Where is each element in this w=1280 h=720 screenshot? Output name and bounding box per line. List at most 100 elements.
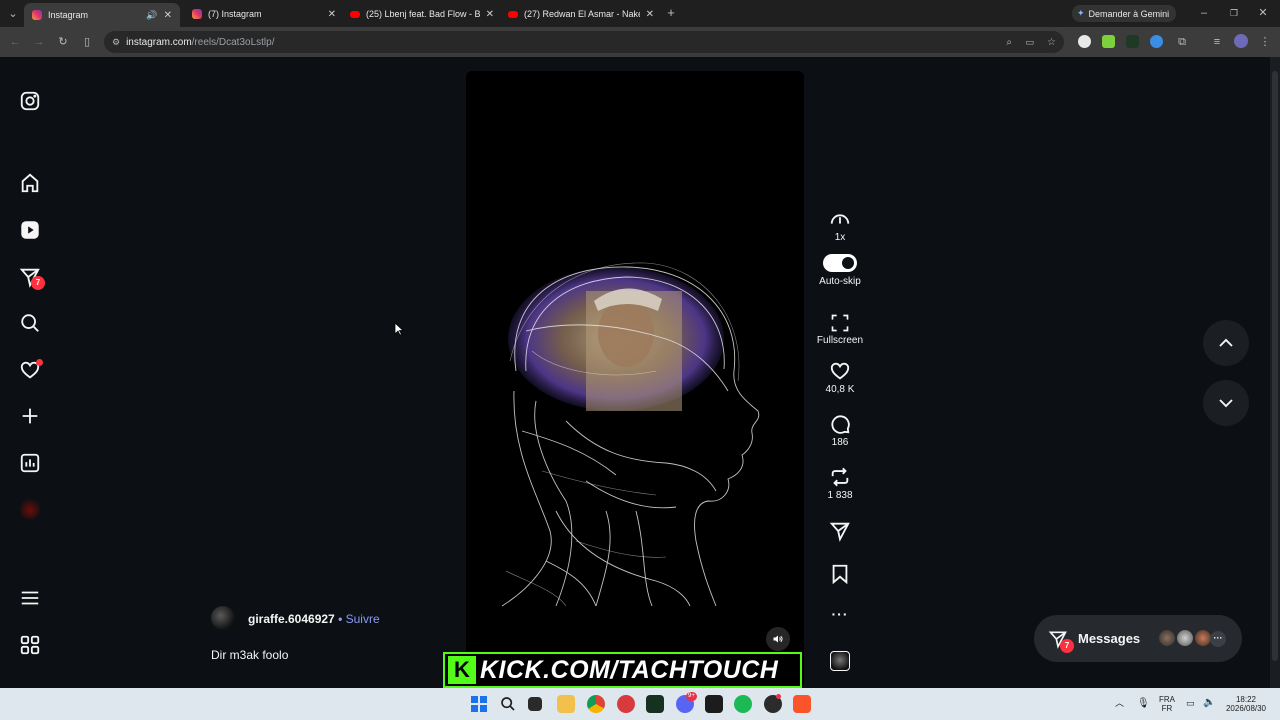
page-scrollbar[interactable] [1270, 57, 1280, 688]
microphone-icon[interactable]: 🎙 [1137, 699, 1150, 709]
bookmark-icon [832, 564, 848, 585]
tab-instagram-active[interactable]: Instagram 🔊 ✕ [24, 3, 180, 27]
speed-label: 1x [834, 232, 846, 243]
repost-button[interactable]: 1 838 [810, 466, 870, 501]
window-close-icon[interactable]: ✕ [1256, 6, 1270, 20]
zoom-icon[interactable]: ⌕ [1006, 37, 1012, 48]
youtube-favicon-icon [508, 10, 518, 18]
share-button[interactable] [810, 520, 870, 544]
spotify-icon[interactable] [734, 695, 752, 713]
volume-tray-icon[interactable]: 🔈 [1203, 698, 1215, 708]
reading-list-icon[interactable]: ≡ [1210, 35, 1224, 49]
tab-search-chevron-icon[interactable]: ⌄ [6, 7, 20, 21]
gemini-button[interactable]: ✦ Demander à Gemini [1072, 5, 1176, 22]
file-explorer-icon[interactable] [557, 695, 575, 713]
previous-reel-button[interactable] [1203, 320, 1249, 366]
messages-pill-badge: 7 [1060, 639, 1074, 653]
autoskip-toggle[interactable]: Auto-skip [810, 254, 870, 287]
reels-icon[interactable] [19, 219, 41, 241]
reload-icon[interactable]: ↻ [56, 35, 70, 49]
author-avatar[interactable] [211, 606, 235, 630]
tab-close-icon[interactable]: ✕ [486, 9, 494, 20]
restore-icon[interactable]: ❐ [1227, 6, 1241, 20]
more-menu-icon[interactable] [19, 587, 41, 609]
task-view-icon[interactable] [528, 697, 542, 711]
extension-icon[interactable] [1126, 35, 1139, 48]
tab-close-icon[interactable]: ✕ [164, 10, 172, 21]
profile-avatar-icon[interactable] [1234, 34, 1248, 48]
minimize-icon[interactable]: – [1197, 6, 1211, 20]
capcut-icon[interactable] [705, 695, 723, 713]
chevron-down-icon [1219, 399, 1233, 408]
mouse-cursor-icon [394, 322, 404, 336]
tab-title: (25) Lbenj feat. Bad Flow - Bagh [366, 9, 480, 19]
profile-avatar[interactable] [20, 499, 40, 519]
mute-button[interactable] [766, 627, 790, 651]
instagram-logo-icon[interactable] [19, 90, 41, 112]
instagram-favicon-icon [32, 10, 42, 20]
repost-icon [831, 467, 849, 487]
windows-start-icon[interactable] [471, 696, 487, 712]
side-panel-icon[interactable]: ▯ [80, 35, 94, 49]
app-icon[interactable] [617, 695, 635, 713]
author-username[interactable]: giraffe.6046927 [248, 612, 335, 626]
fullscreen-button[interactable]: Fullscreen [810, 313, 870, 346]
taskbar-search-icon[interactable] [500, 696, 516, 712]
site-info-icon[interactable]: ⚙ [112, 37, 120, 48]
tab-youtube-redwan[interactable]: (27) Redwan El Asmar - Naker L ✕ [508, 4, 654, 24]
app-icon[interactable] [646, 695, 664, 713]
tray-chevron-icon[interactable]: ︿ [1115, 699, 1124, 708]
audio-thumbnail[interactable] [830, 651, 850, 671]
messages-pill[interactable]: 7 Messages ··· [1034, 615, 1242, 662]
next-reel-button[interactable] [1203, 380, 1249, 426]
tab-title: Instagram [48, 10, 89, 20]
like-button[interactable]: 40,8 K [810, 360, 870, 395]
browser-menu-icon[interactable]: ⋮ [1258, 35, 1272, 49]
heart-icon [830, 362, 850, 380]
tab-instagram-2[interactable]: (7) Instagram ✕ [192, 4, 336, 24]
reel-caption: Dir m3ak foolo [211, 648, 289, 662]
comment-button[interactable]: 186 [810, 413, 870, 448]
volume-icon [773, 635, 783, 643]
tab-title: (27) Redwan El Asmar - Naker L [524, 9, 640, 19]
network-icon[interactable]: ▭ [1186, 699, 1195, 708]
speaker-icon[interactable]: 🔊 [146, 10, 157, 21]
scrollbar-thumb[interactable] [1272, 71, 1278, 661]
home-icon[interactable] [19, 172, 41, 194]
messages-badge: 7 [31, 276, 45, 290]
new-tab-icon[interactable]: + [664, 6, 678, 20]
language-indicator[interactable]: FRA FR [1156, 695, 1178, 713]
head-line-art-illustration [501, 262, 760, 607]
bookmark-star-icon[interactable]: ☆ [1047, 37, 1056, 48]
language-bottom: FR [1161, 704, 1173, 713]
extension-icon[interactable] [1150, 35, 1163, 48]
chevron-up-icon [1219, 338, 1233, 347]
extension-icon[interactable] [1102, 35, 1115, 48]
address-bar[interactable]: ⚙ instagram.com /reels/Dcat3oLstlp/ ⌕ ▭ … [104, 31, 1064, 53]
extensions-puzzle-icon[interactable]: ⧉ [1175, 35, 1189, 49]
extension-icon[interactable] [1078, 35, 1091, 48]
search-icon[interactable] [19, 312, 41, 334]
reel-video[interactable] [466, 71, 804, 688]
create-plus-icon[interactable] [19, 405, 41, 427]
clock-date: 2026/08/30 [1225, 704, 1267, 713]
chrome-icon[interactable] [587, 695, 605, 713]
clock[interactable]: 18:22 2026/08/30 [1218, 695, 1274, 713]
separator-dot: • [338, 612, 343, 626]
more-options-icon[interactable]: ··· [810, 606, 870, 622]
save-button[interactable] [810, 563, 870, 587]
forward-icon[interactable]: → [32, 35, 46, 49]
autoskip-switch[interactable] [823, 254, 857, 272]
tab-youtube-lbenj[interactable]: (25) Lbenj feat. Bad Flow - Bagh ✕ [350, 4, 494, 24]
cast-icon[interactable]: ▭ [1025, 37, 1034, 48]
speed-control[interactable]: 1x [810, 208, 870, 243]
also-from-meta-icon[interactable] [19, 634, 41, 656]
url-path: /reels/Dcat3oLstlp/ [191, 36, 275, 48]
brave-icon[interactable] [793, 695, 811, 713]
windows-taskbar: 9+ ︿ 🎙 FRA FR ▭ 🔈 18:22 2026/08/30 [0, 688, 1280, 720]
back-icon[interactable]: ← [8, 35, 22, 49]
follow-button[interactable]: Suivre [346, 612, 380, 626]
dashboard-icon[interactable] [19, 452, 41, 474]
tab-close-icon[interactable]: ✕ [328, 9, 336, 20]
tab-close-icon[interactable]: ✕ [646, 9, 654, 20]
